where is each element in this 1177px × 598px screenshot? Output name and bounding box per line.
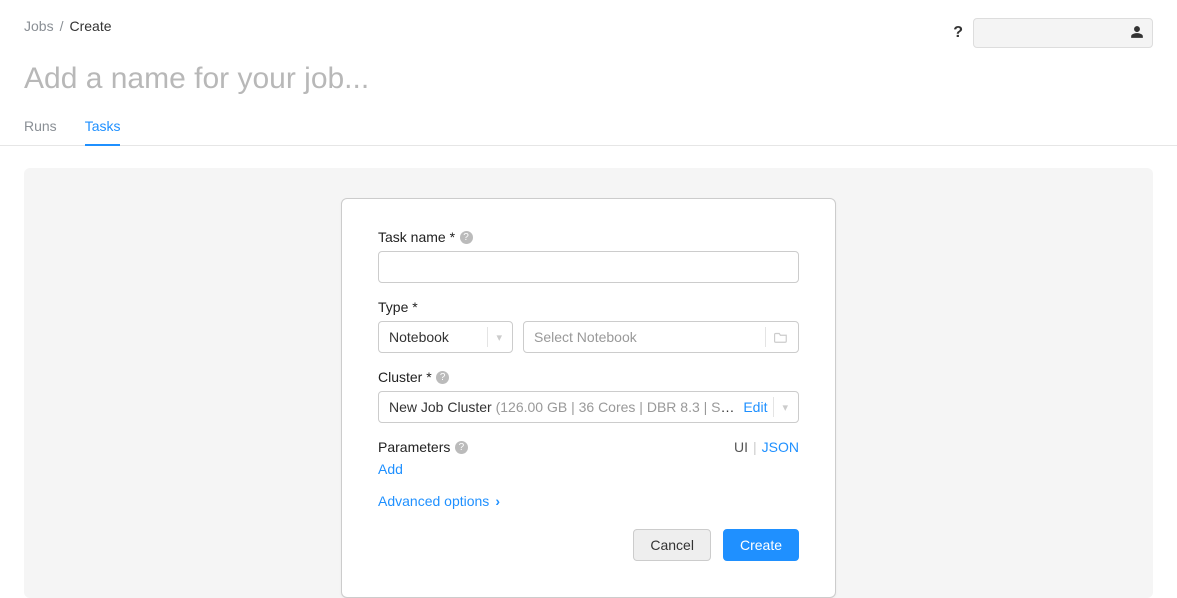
tab-runs[interactable]: Runs [24,112,57,145]
breadcrumb-separator: / [60,18,64,34]
user-menu[interactable] [973,18,1153,48]
help-icon[interactable] [454,440,468,454]
breadcrumb: Jobs / Create [24,18,112,34]
type-label: Type * [378,299,418,315]
chevron-down-icon: ▾ [773,397,788,417]
tab-tasks[interactable]: Tasks [85,112,121,146]
add-parameter-link[interactable]: Add [378,461,403,477]
cluster-name: New Job Cluster [389,399,492,415]
help-icon[interactable] [436,370,450,384]
parameters-label: Parameters [378,439,450,455]
cancel-button[interactable]: Cancel [633,529,711,561]
create-button[interactable]: Create [723,529,799,561]
notebook-placeholder: Select Notebook [534,329,637,345]
folder-icon [765,327,788,347]
notebook-select[interactable]: Select Notebook [523,321,799,353]
job-name-input[interactable] [0,48,1177,102]
advanced-options-toggle[interactable]: Advanced options [378,493,489,509]
type-select[interactable]: Notebook ▾ [378,321,513,353]
param-toggle-json[interactable]: JSON [762,439,799,455]
chevron-right-icon: › [495,493,500,509]
param-toggle-ui[interactable]: UI [734,439,748,455]
cluster-edit-link[interactable]: Edit [743,399,767,415]
user-icon [1130,25,1144,42]
task-card: Task name * Type * Notebook ▾ Select Not… [341,198,836,598]
chevron-down-icon: ▾ [487,327,502,347]
help-icon[interactable]: ? [953,24,963,42]
cluster-select[interactable]: New Job Cluster (126.00 GB | 36 Cores | … [378,391,799,423]
breadcrumb-current: Create [69,18,111,34]
help-icon[interactable] [459,230,473,244]
toggle-separator: | [753,439,757,455]
cluster-label: Cluster * [378,369,432,385]
task-name-label: Task name * [378,229,455,245]
cluster-detail: (126.00 GB | 36 Cores | DBR 8.3 | Sp… [496,399,738,415]
type-selected: Notebook [389,329,449,345]
content-area: Task name * Type * Notebook ▾ Select Not… [24,168,1153,598]
task-name-input[interactable] [378,251,799,283]
breadcrumb-link-jobs[interactable]: Jobs [24,18,54,34]
